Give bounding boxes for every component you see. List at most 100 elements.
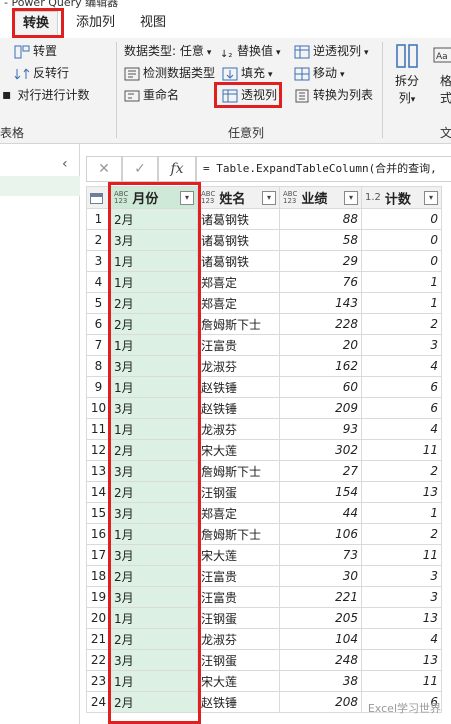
tab-view[interactable]: 视图: [132, 11, 174, 37]
move-button[interactable]: 移动 ▾: [294, 63, 345, 83]
cell-count[interactable]: 1: [361, 271, 442, 293]
fill-button[interactable]: 填充 ▾: [222, 63, 273, 83]
cell-name[interactable]: 宋大莲: [197, 439, 280, 461]
cell-name[interactable]: 汪富贵: [197, 586, 280, 608]
split-column-button[interactable]: 拆分 列▾: [390, 42, 424, 116]
cell-name[interactable]: 汪钢蛋: [197, 481, 280, 503]
cell-sales[interactable]: 30: [279, 565, 362, 587]
cell-sales[interactable]: 44: [279, 502, 362, 524]
cell-sales[interactable]: 38: [279, 670, 362, 692]
cell-count[interactable]: 1: [361, 292, 442, 314]
formula-input[interactable]: = Table.ExpandTableColumn(合并的查询,: [196, 156, 451, 182]
cell-sales[interactable]: 154: [279, 481, 362, 503]
cell-sales[interactable]: 302: [279, 439, 362, 461]
cell-count[interactable]: 4: [361, 628, 442, 650]
cell-name[interactable]: 诸葛钢铁: [197, 229, 280, 251]
confirm-formula-icon[interactable]: ✓: [122, 156, 158, 182]
filter-dropdown-icon[interactable]: ▾: [344, 191, 358, 205]
cell-name[interactable]: 詹姆斯下士: [197, 313, 280, 335]
cell-sales[interactable]: 88: [279, 208, 362, 230]
rename-button[interactable]: 重命名: [124, 85, 179, 105]
cell-name[interactable]: 郑喜定: [197, 292, 280, 314]
cell-sales[interactable]: 60: [279, 376, 362, 398]
count-rows-button[interactable]: ▪ 对行进行计数: [2, 85, 90, 105]
cell-count[interactable]: 11: [361, 544, 442, 566]
cell-sales[interactable]: 209: [279, 397, 362, 419]
cell-name[interactable]: 郑喜定: [197, 502, 280, 524]
cell-name[interactable]: 诸葛钢铁: [197, 208, 280, 230]
detect-data-type-button[interactable]: 检测数据类型: [124, 63, 215, 83]
convert-to-list-button[interactable]: 转换为列表: [294, 85, 373, 105]
cell-count[interactable]: 13: [361, 481, 442, 503]
cell-name[interactable]: 詹姆斯下士: [197, 460, 280, 482]
cell-sales[interactable]: 228: [279, 313, 362, 335]
cell-name[interactable]: 宋大莲: [197, 670, 280, 692]
cell-name[interactable]: 龙淑芬: [197, 418, 280, 440]
cell-count[interactable]: 13: [361, 649, 442, 671]
reverse-rows-button[interactable]: 反转行: [14, 63, 69, 83]
cell-name[interactable]: 龙淑芬: [197, 355, 280, 377]
cell-name[interactable]: 赵铁锤: [197, 376, 280, 398]
cell-count[interactable]: 4: [361, 418, 442, 440]
cell-name[interactable]: 诸葛钢铁: [197, 250, 280, 272]
collapse-pane-icon[interactable]: ‹: [62, 156, 68, 172]
cell-sales[interactable]: 205: [279, 607, 362, 629]
cell-name[interactable]: 汪钢蛋: [197, 649, 280, 671]
cell-name[interactable]: 汪富贵: [197, 565, 280, 587]
cell-sales[interactable]: 73: [279, 544, 362, 566]
cell-sales[interactable]: 106: [279, 523, 362, 545]
cell-name[interactable]: 龙淑芬: [197, 628, 280, 650]
cancel-formula-icon[interactable]: ✕: [86, 156, 122, 182]
transpose-button[interactable]: 转置: [14, 41, 57, 61]
cell-name[interactable]: 詹姆斯下士: [197, 523, 280, 545]
cell-count[interactable]: 2: [361, 523, 442, 545]
filter-dropdown-icon[interactable]: ▾: [424, 190, 438, 205]
data-type-dropdown[interactable]: 数据类型: 任意 ▾: [124, 41, 211, 61]
cell-count[interactable]: 3: [361, 565, 442, 587]
cell-count[interactable]: 11: [361, 439, 442, 461]
cell-name[interactable]: 赵铁锤: [197, 397, 280, 419]
cell-count[interactable]: 0: [361, 250, 442, 272]
cell-count[interactable]: 3: [361, 334, 442, 356]
cell-sales[interactable]: 20: [279, 334, 362, 356]
cell-sales[interactable]: 76: [279, 271, 362, 293]
format-button[interactable]: Aa 格 式: [432, 42, 451, 116]
cell-count[interactable]: 2: [361, 313, 442, 335]
cell-sales[interactable]: 221: [279, 586, 362, 608]
cell-sales[interactable]: 208: [279, 691, 362, 713]
unpivot-columns-button[interactable]: 逆透视列 ▾: [294, 41, 369, 61]
cell-sales[interactable]: 27: [279, 460, 362, 482]
cell-count[interactable]: 4: [361, 355, 442, 377]
cell-name[interactable]: 赵铁锤: [197, 691, 280, 713]
cell-name[interactable]: 宋大莲: [197, 544, 280, 566]
fx-icon[interactable]: fx: [158, 156, 196, 182]
tab-add-column[interactable]: 添加列: [68, 11, 123, 37]
cell-count[interactable]: 2: [361, 460, 442, 482]
cell-count[interactable]: 0: [361, 208, 442, 230]
column-header-count[interactable]: 1.2 计数 ▾: [361, 186, 442, 209]
selected-query-row[interactable]: [0, 176, 80, 196]
fill-down-icon: [222, 67, 238, 81]
cell-count[interactable]: 6: [361, 376, 442, 398]
cell-name[interactable]: 郑喜定: [197, 271, 280, 293]
cell-count[interactable]: 0: [361, 229, 442, 251]
cell-count[interactable]: 11: [361, 670, 442, 692]
table-menu-button[interactable]: [86, 186, 111, 209]
cell-sales[interactable]: 58: [279, 229, 362, 251]
cell-count[interactable]: 1: [361, 502, 442, 524]
cell-sales[interactable]: 104: [279, 628, 362, 650]
cell-sales[interactable]: 29: [279, 250, 362, 272]
cell-count[interactable]: 3: [361, 586, 442, 608]
column-header-name[interactable]: ABC 123 姓名 ▾: [197, 186, 280, 209]
cell-sales[interactable]: 162: [279, 355, 362, 377]
filter-dropdown-icon[interactable]: ▾: [262, 191, 276, 205]
column-header-sales[interactable]: ABC 123 业绩 ▾: [279, 186, 362, 209]
cell-sales[interactable]: 143: [279, 292, 362, 314]
cell-sales[interactable]: 93: [279, 418, 362, 440]
cell-name[interactable]: 汪钢蛋: [197, 607, 280, 629]
cell-count[interactable]: 13: [361, 607, 442, 629]
cell-sales[interactable]: 248: [279, 649, 362, 671]
cell-name[interactable]: 汪富贵: [197, 334, 280, 356]
cell-count[interactable]: 6: [361, 397, 442, 419]
replace-values-button[interactable]: ↓₂ 替换值 ▾: [220, 41, 281, 61]
